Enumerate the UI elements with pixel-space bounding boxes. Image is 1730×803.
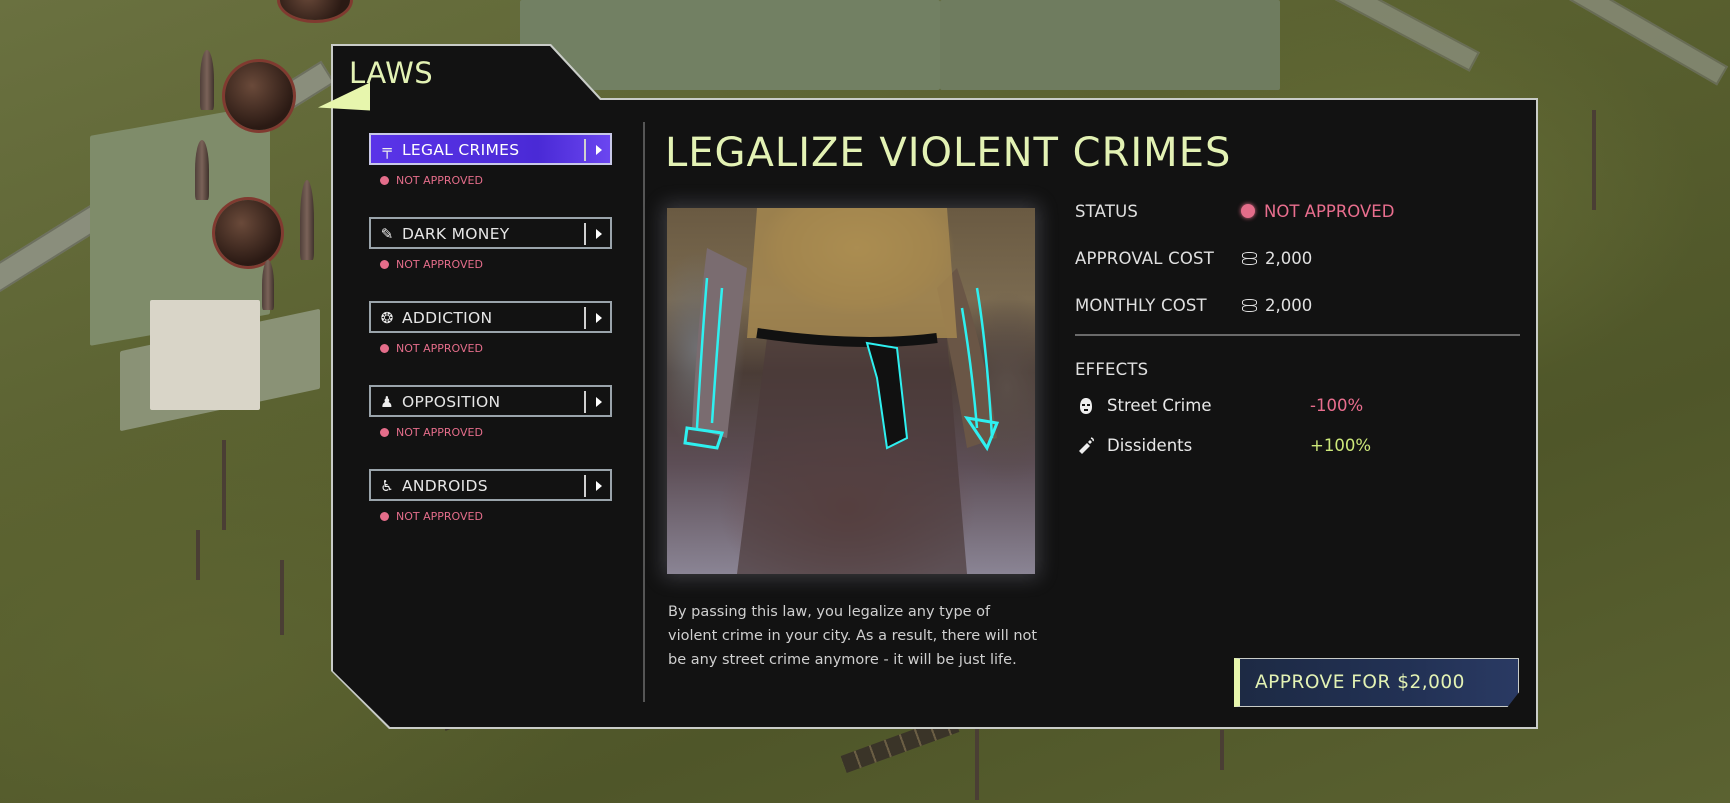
effect-label-street-crime: Street Crime bbox=[1107, 396, 1212, 415]
chevron-right-icon bbox=[596, 397, 602, 407]
mask-icon bbox=[1077, 397, 1095, 415]
effects-label: EFFECTS bbox=[1075, 360, 1149, 379]
status-label: STATUS bbox=[1075, 202, 1139, 221]
tab-separator bbox=[584, 391, 586, 413]
law-status-androids: NOT APPROVED bbox=[380, 510, 483, 523]
tab-separator bbox=[584, 223, 586, 245]
addiction-icon: ❂ bbox=[380, 309, 394, 327]
status-dot-icon bbox=[380, 260, 389, 269]
effect-value-dissidents: +100% bbox=[1310, 436, 1371, 455]
effect-value-street-crime: -100% bbox=[1310, 396, 1364, 415]
tab-separator bbox=[584, 139, 586, 161]
law-status-legal-crimes: NOT APPROVED bbox=[380, 174, 483, 187]
law-tab-dark-money[interactable]: ✎ DARK MONEY bbox=[369, 217, 612, 249]
law-tab-label: ADDICTION bbox=[402, 309, 493, 327]
opposition-icon: ♟ bbox=[380, 393, 394, 411]
law-tab-label: DARK MONEY bbox=[402, 225, 510, 243]
law-tab-opposition[interactable]: ♟ OPPOSITION bbox=[369, 385, 612, 417]
law-illustration-art bbox=[683, 208, 1000, 574]
approve-button[interactable]: APPROVE FOR $2,000 bbox=[1234, 658, 1519, 707]
money-icon: ✎ bbox=[380, 225, 394, 243]
law-status-addiction: NOT APPROVED bbox=[380, 342, 483, 355]
chevron-right-icon bbox=[596, 229, 602, 239]
chevron-right-icon bbox=[596, 481, 602, 491]
law-illustration bbox=[667, 208, 1035, 574]
android-icon: ♿ bbox=[380, 477, 394, 495]
status-dot-icon bbox=[380, 428, 389, 437]
status-dot-icon bbox=[380, 344, 389, 353]
law-tab-addiction[interactable]: ❂ ADDICTION bbox=[369, 301, 612, 333]
monthly-cost-label: MONTHLY COST bbox=[1075, 296, 1207, 315]
molotov-icon bbox=[1077, 437, 1095, 455]
coins-icon bbox=[1241, 297, 1257, 313]
law-tab-androids[interactable]: ♿ ANDROIDS bbox=[369, 469, 612, 501]
law-title: LEGALIZE VIOLENT CRIMES bbox=[665, 130, 1232, 176]
chevron-right-icon bbox=[596, 145, 602, 155]
law-tab-label: LEGAL CRIMES bbox=[402, 141, 520, 159]
law-status-opposition: NOT APPROVED bbox=[380, 426, 483, 439]
monthly-cost-value: 2,000 bbox=[1241, 296, 1312, 315]
law-status-dark-money: NOT APPROVED bbox=[380, 258, 483, 271]
status-dot-icon bbox=[380, 512, 389, 521]
approval-cost-value: 2,000 bbox=[1241, 249, 1312, 268]
coins-icon bbox=[1241, 250, 1257, 266]
vertical-divider bbox=[643, 122, 645, 702]
law-tab-label: OPPOSITION bbox=[402, 393, 501, 411]
chevron-right-icon bbox=[596, 313, 602, 323]
status-dot-icon bbox=[1241, 204, 1255, 218]
tab-separator bbox=[584, 475, 586, 497]
law-description: By passing this law, you legalize any ty… bbox=[668, 604, 1038, 668]
gun-icon: ╤ bbox=[382, 141, 392, 159]
stats-divider bbox=[1075, 334, 1520, 336]
effect-label-dissidents: Dissidents bbox=[1107, 436, 1193, 455]
law-tab-label: ANDROIDS bbox=[402, 477, 488, 495]
law-tab-legal-crimes[interactable]: ╤ LEGAL CRIMES bbox=[369, 133, 612, 165]
status-value: NOT APPROVED bbox=[1241, 202, 1394, 221]
approve-button-label: APPROVE FOR $2,000 bbox=[1255, 672, 1465, 693]
tab-separator bbox=[584, 307, 586, 329]
status-dot-icon bbox=[380, 176, 389, 185]
approval-cost-label: APPROVAL COST bbox=[1075, 249, 1214, 268]
